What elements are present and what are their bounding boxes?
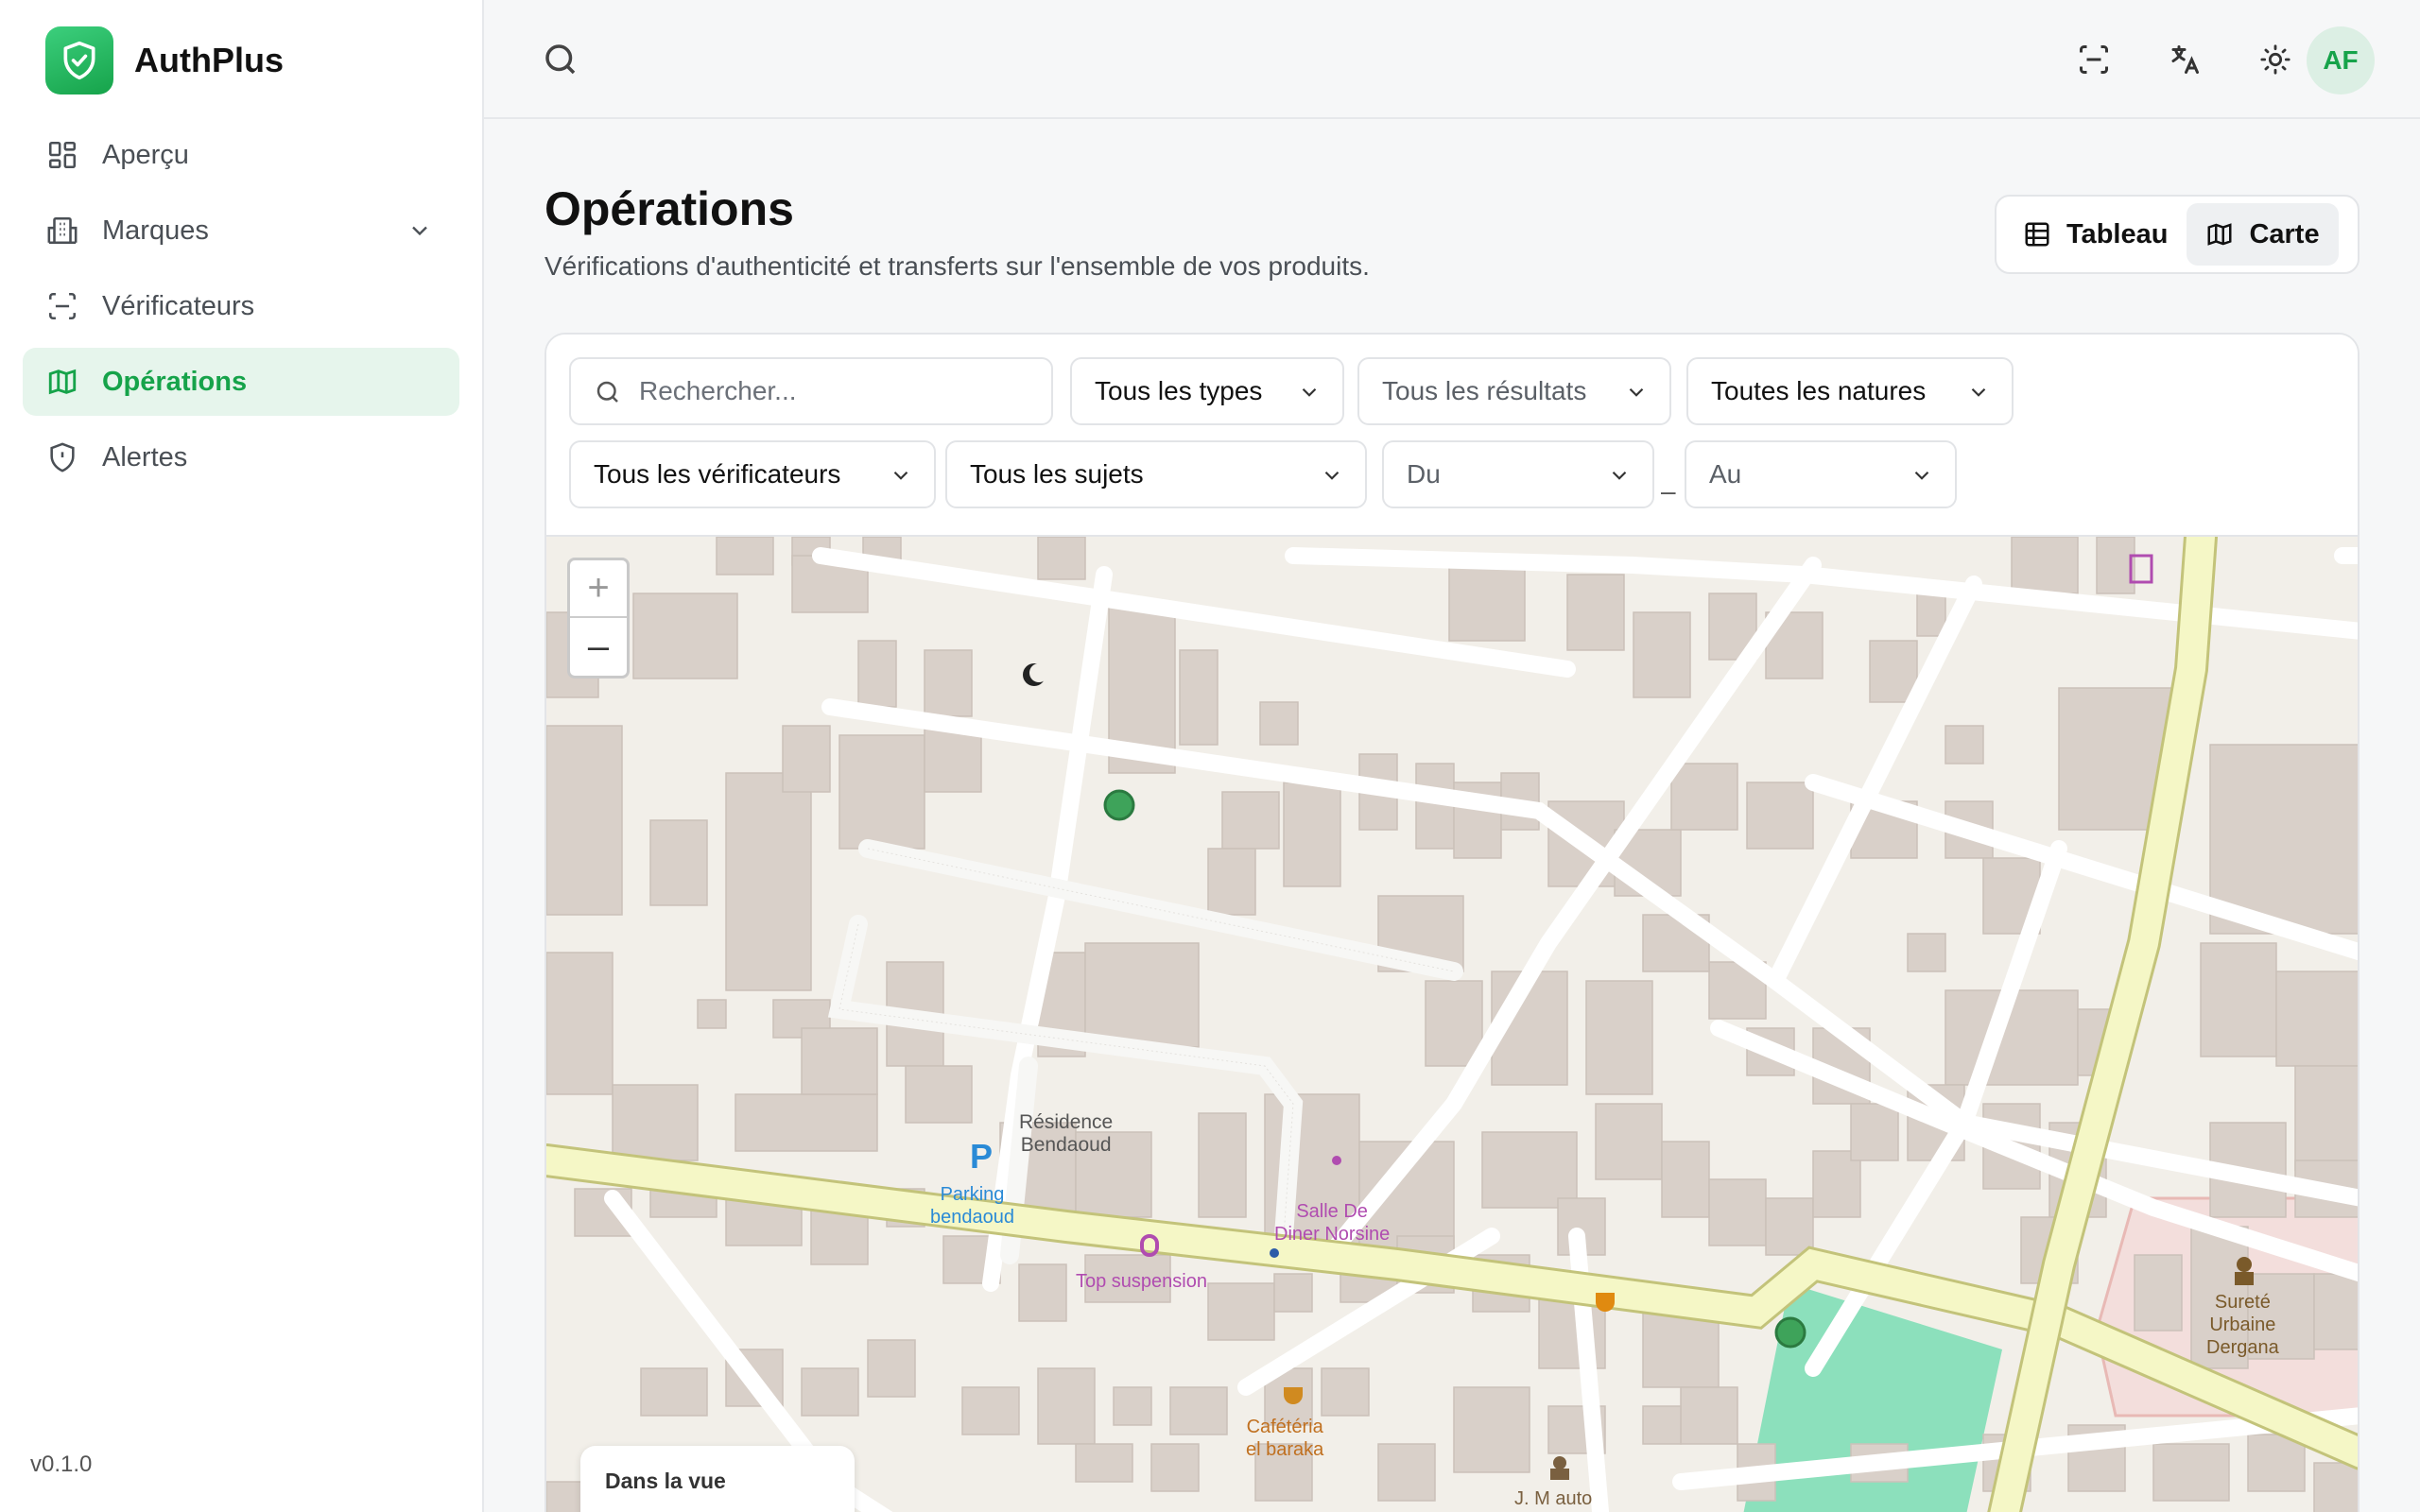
chevron-down-icon [1629,387,1644,397]
operations-card: Rechercher... Tous les types Tous les ré… [544,333,2360,1512]
map-label-residence: Résidence Bendaoud [1019,1111,1114,1156]
view-map-button[interactable]: Carte [2187,203,2339,266]
sidebar-item-label: Vérificateurs [102,290,255,321]
operation-marker[interactable] [1774,1316,1806,1349]
zoom-out-button[interactable]: – [570,618,627,676]
date-to-value: Au [1709,459,1742,489]
scan-icon [2080,45,2108,74]
building-icon [45,214,79,248]
in-view-label: Dans la vue [605,1469,726,1493]
type-select-value: Tous les types [1095,376,1263,405]
map-label-top-suspension: Top suspension [1076,1271,1207,1292]
result-select[interactable]: Tous les résultats [1357,357,1671,425]
date-from-value: Du [1407,459,1441,489]
search-icon[interactable] [541,40,580,79]
parking-icon: P [970,1137,994,1176]
grid-icon [45,138,79,172]
result-select-value: Tous les résultats [1382,376,1587,405]
map-label-m-auto: J. M auto [1514,1488,1593,1509]
view-table-label: Tableau [2066,218,2169,249]
view-table-button[interactable]: Tableau [2004,203,2187,266]
map-label-cafeteria: Cafétéria el baraka [1246,1417,1324,1460]
view-toggle: Tableau Carte [1995,195,2360,274]
map-icon [2207,223,2232,246]
scan-button[interactable] [2072,38,2116,81]
type-select[interactable]: Tous les types [1070,357,1344,425]
operations-map[interactable]: + – Résidence Bendaoud P Parking bendaou… [546,535,2358,1512]
map-label-parking: Parking bendaoud [930,1184,1014,1228]
sun-icon [2260,44,2290,75]
search-placeholder: Rechercher... [639,376,797,405]
chevron-down-icon [893,471,908,480]
date-from-select[interactable]: Du [1382,440,1654,508]
chevron-down-icon[interactable] [406,217,433,244]
chevron-down-icon [1971,387,1986,397]
date-to-select[interactable]: Au [1685,440,1957,508]
sidebar-item-label: Marques [102,215,209,246]
verifier-select-value: Tous les vérificateurs [594,459,841,489]
theme-toggle-button[interactable] [2254,38,2297,81]
sidebar-item-apercu[interactable]: Aperçu [23,121,459,189]
map-zoom-control: + – [567,558,630,679]
map-icon [45,365,79,399]
nature-select-value: Toutes les natures [1711,376,1927,405]
search-input[interactable]: Rechercher... [569,357,1053,425]
brand-name: AuthPlus [134,41,284,79]
page-title: Opérations [544,182,794,235]
chevron-down-icon [1302,387,1317,397]
chevron-down-icon [1612,471,1627,480]
chevron-down-icon [1914,471,1929,480]
translate-icon [2171,45,2199,74]
filters-bar: Rechercher... Tous les types Tous les ré… [546,335,2358,535]
language-button[interactable] [2163,38,2206,81]
avatar[interactable]: AF [2307,26,2375,94]
map-label-surete: Sureté Urbaine Dergana [2206,1292,2279,1358]
scan-icon [45,289,79,323]
zoom-in-button[interactable]: + [570,560,627,618]
sidebar-item-label: Aperçu [102,139,189,170]
shield-check-icon [45,26,113,94]
subject-select[interactable]: Tous les sujets [945,440,1367,508]
sidebar-item-alertes[interactable]: Alertes [23,423,459,491]
sidebar-item-operations[interactable]: Opérations [23,348,459,416]
brand[interactable]: AuthPlus [45,26,284,94]
shield-alert-icon [45,440,79,474]
chevron-down-icon [1324,471,1340,480]
sidebar-nav: Aperçu Marques Vérificateurs Opérations [23,121,459,499]
page-subtitle: Vérifications d'authenticité et transfer… [544,251,1370,281]
verifier-select[interactable]: Tous les vérificateurs [569,440,936,508]
topbar: AF [484,0,2420,119]
view-map-label: Carte [2249,218,2320,249]
table-icon [2025,222,2049,247]
operation-marker[interactable] [1103,789,1135,821]
nature-select[interactable]: Toutes les natures [1686,357,2014,425]
map-tiles [546,537,2358,1512]
sidebar: AuthPlus Aperçu Marques Vérificateurs Op… [0,0,484,1512]
app-version: v0.1.0 [30,1452,93,1477]
sidebar-item-label: Opérations [102,366,248,397]
map-label-salle: Salle De Diner Norsine [1274,1201,1391,1245]
sidebar-item-verificateurs[interactable]: Vérificateurs [23,272,459,340]
search-icon [596,381,618,403]
sidebar-item-marques[interactable]: Marques [23,197,459,265]
date-range-separator: – [1661,476,1676,506]
sidebar-item-label: Alertes [102,441,188,472]
subject-select-value: Tous les sujets [970,459,1144,489]
in-view-panel: Dans la vue [580,1446,855,1512]
